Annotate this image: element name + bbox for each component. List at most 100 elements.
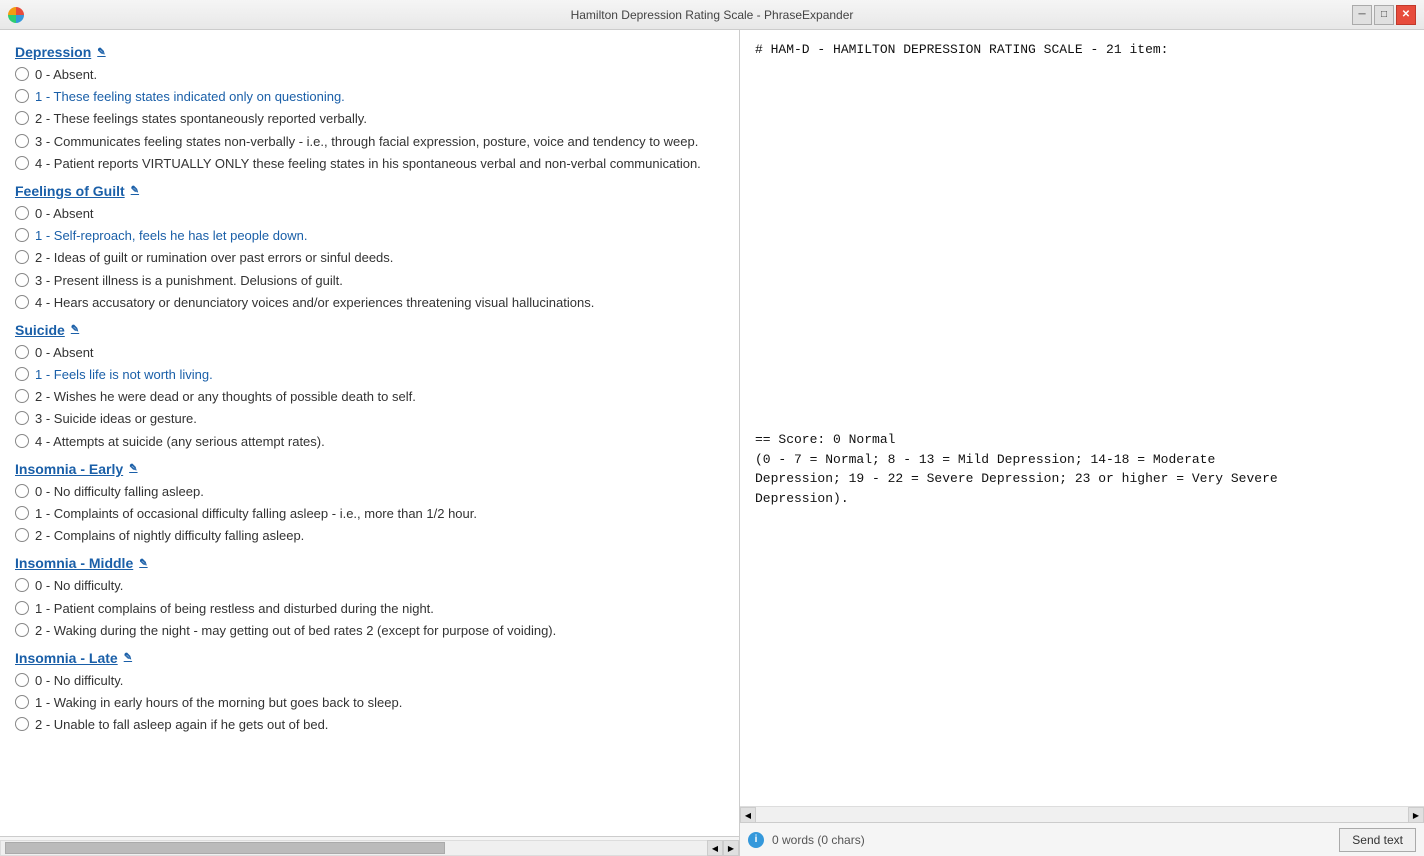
edit-icon-insomnia-late[interactable]: ✎ bbox=[124, 652, 132, 663]
radio-item-insomnia-early-2[interactable]: 2 - Complains of nightly difficulty fall… bbox=[15, 527, 724, 545]
radio-item-depression-0[interactable]: 0 - Absent. bbox=[15, 66, 724, 84]
radio-btn-insomnia-middle-2[interactable] bbox=[15, 623, 29, 637]
radio-label-depression-0: 0 - Absent. bbox=[35, 66, 97, 84]
radio-btn-insomnia-early-0[interactable] bbox=[15, 484, 29, 498]
radio-btn-suicide-1[interactable] bbox=[15, 367, 29, 381]
section-label-insomnia-middle: Insomnia - Middle bbox=[15, 555, 133, 571]
section-header-suicide: Suicide ✎ bbox=[15, 322, 724, 338]
radio-label-depression-2: 2 - These feelings states spontaneously … bbox=[35, 110, 367, 128]
radio-label-insomnia-late-1: 1 - Waking in early hours of the morning… bbox=[35, 694, 402, 712]
h-scroll-left-arrow[interactable]: ◀ bbox=[707, 840, 723, 856]
radio-label-feelings-of-guilt-3: 3 - Present illness is a punishment. Del… bbox=[35, 272, 343, 290]
section-header-insomnia-middle: Insomnia - Middle ✎ bbox=[15, 555, 724, 571]
section-header-depression: Depression✎ bbox=[15, 44, 724, 60]
radio-item-insomnia-middle-2[interactable]: 2 - Waking during the night - may gettin… bbox=[15, 622, 724, 640]
app-icon bbox=[8, 7, 24, 23]
radio-label-insomnia-early-1: 1 - Complaints of occasional difficulty … bbox=[35, 505, 477, 523]
radio-label-insomnia-early-0: 0 - No difficulty falling asleep. bbox=[35, 483, 204, 501]
radio-btn-depression-0[interactable] bbox=[15, 67, 29, 81]
radio-btn-feelings-of-guilt-1[interactable] bbox=[15, 228, 29, 242]
radio-btn-depression-1[interactable] bbox=[15, 89, 29, 103]
radio-item-insomnia-late-2[interactable]: 2 - Unable to fall asleep again if he ge… bbox=[15, 716, 724, 734]
radio-item-suicide-2[interactable]: 2 - Wishes he were dead or any thoughts … bbox=[15, 388, 724, 406]
radio-btn-suicide-4[interactable] bbox=[15, 434, 29, 448]
edit-icon-depression[interactable]: ✎ bbox=[97, 47, 105, 58]
radio-btn-feelings-of-guilt-4[interactable] bbox=[15, 295, 29, 309]
radio-label-insomnia-middle-2: 2 - Waking during the night - may gettin… bbox=[35, 622, 556, 640]
radio-item-feelings-of-guilt-4[interactable]: 4 - Hears accusatory or denunciatory voi… bbox=[15, 294, 724, 312]
radio-item-suicide-0[interactable]: 0 - Absent bbox=[15, 344, 724, 362]
radio-label-depression-1: 1 - These feeling states indicated only … bbox=[35, 88, 345, 106]
radio-btn-insomnia-late-1[interactable] bbox=[15, 695, 29, 709]
left-scroll-area[interactable]: Depression✎ 0 - Absent. 1 - These feeling … bbox=[0, 30, 739, 836]
maximize-button[interactable]: □ bbox=[1374, 5, 1394, 25]
radio-item-suicide-1[interactable]: 1 - Feels life is not worth living. bbox=[15, 366, 724, 384]
radio-item-feelings-of-guilt-1[interactable]: 1 - Self-reproach, feels he has let peop… bbox=[15, 227, 724, 245]
radio-btn-feelings-of-guilt-3[interactable] bbox=[15, 273, 29, 287]
radio-item-suicide-3[interactable]: 3 - Suicide ideas or gesture. bbox=[15, 410, 724, 428]
edit-icon-suicide[interactable]: ✎ bbox=[71, 324, 79, 335]
radio-btn-insomnia-early-1[interactable] bbox=[15, 506, 29, 520]
section-header-insomnia-late: Insomnia - Late ✎ bbox=[15, 650, 724, 666]
edit-icon-insomnia-early[interactable]: ✎ bbox=[129, 463, 137, 474]
section-label-suicide: Suicide bbox=[15, 322, 65, 338]
radio-label-suicide-0: 0 - Absent bbox=[35, 344, 94, 362]
section-header-feelings-of-guilt: Feelings of Guilt ✎ bbox=[15, 183, 724, 199]
edit-icon-insomnia-middle[interactable]: ✎ bbox=[139, 558, 147, 569]
right-h-scroll-track bbox=[756, 807, 1408, 822]
radio-btn-insomnia-early-2[interactable] bbox=[15, 528, 29, 542]
send-text-button[interactable]: Send text bbox=[1339, 828, 1416, 852]
radio-label-feelings-of-guilt-0: 0 - Absent bbox=[35, 205, 94, 223]
radio-btn-feelings-of-guilt-2[interactable] bbox=[15, 250, 29, 264]
radio-item-insomnia-late-1[interactable]: 1 - Waking in early hours of the morning… bbox=[15, 694, 724, 712]
radio-btn-suicide-3[interactable] bbox=[15, 411, 29, 425]
radio-item-depression-4[interactable]: 4 - Patient reports VIRTUALLY ONLY these… bbox=[15, 155, 724, 173]
edit-icon-feelings-of-guilt[interactable]: ✎ bbox=[131, 185, 139, 196]
info-icon: i bbox=[748, 832, 764, 848]
radio-btn-feelings-of-guilt-0[interactable] bbox=[15, 206, 29, 220]
radio-item-insomnia-early-1[interactable]: 1 - Complaints of occasional difficulty … bbox=[15, 505, 724, 523]
h-scroll-right-arrow[interactable]: ▶ bbox=[723, 840, 739, 856]
section-label-feelings-of-guilt: Feelings of Guilt bbox=[15, 183, 125, 199]
radio-label-suicide-4: 4 - Attempts at suicide (any serious att… bbox=[35, 433, 325, 451]
radio-label-depression-3: 3 - Communicates feeling states non-verb… bbox=[35, 133, 698, 151]
radio-item-depression-3[interactable]: 3 - Communicates feeling states non-verb… bbox=[15, 133, 724, 151]
radio-btn-suicide-2[interactable] bbox=[15, 389, 29, 403]
radio-label-suicide-3: 3 - Suicide ideas or gesture. bbox=[35, 410, 197, 428]
title-bar-title: Hamilton Depression Rating Scale - Phras… bbox=[571, 8, 854, 22]
radio-btn-insomnia-middle-1[interactable] bbox=[15, 601, 29, 615]
radio-item-feelings-of-guilt-2[interactable]: 2 - Ideas of guilt or rumination over pa… bbox=[15, 249, 724, 267]
radio-item-depression-1[interactable]: 1 - These feeling states indicated only … bbox=[15, 88, 724, 106]
radio-item-depression-2[interactable]: 2 - These feelings states spontaneously … bbox=[15, 110, 724, 128]
radio-btn-insomnia-late-2[interactable] bbox=[15, 717, 29, 731]
radio-btn-insomnia-middle-0[interactable] bbox=[15, 578, 29, 592]
radio-btn-suicide-0[interactable] bbox=[15, 345, 29, 359]
section-label-insomnia-late: Insomnia - Late bbox=[15, 650, 118, 666]
word-count: 0 words (0 chars) bbox=[772, 833, 865, 847]
radio-item-suicide-4[interactable]: 4 - Attempts at suicide (any serious att… bbox=[15, 433, 724, 451]
radio-item-feelings-of-guilt-3[interactable]: 3 - Present illness is a punishment. Del… bbox=[15, 272, 724, 290]
radio-label-depression-4: 4 - Patient reports VIRTUALLY ONLY these… bbox=[35, 155, 701, 173]
minimize-button[interactable]: ─ bbox=[1352, 5, 1372, 25]
radio-btn-depression-2[interactable] bbox=[15, 111, 29, 125]
radio-btn-insomnia-late-0[interactable] bbox=[15, 673, 29, 687]
radio-label-insomnia-early-2: 2 - Complains of nightly difficulty fall… bbox=[35, 527, 304, 545]
radio-btn-depression-4[interactable] bbox=[15, 156, 29, 170]
radio-label-suicide-1: 1 - Feels life is not worth living. bbox=[35, 366, 213, 384]
radio-item-insomnia-middle-0[interactable]: 0 - No difficulty. bbox=[15, 577, 724, 595]
radio-label-feelings-of-guilt-4: 4 - Hears accusatory or denunciatory voi… bbox=[35, 294, 594, 312]
right-h-scroll-right[interactable]: ▶ bbox=[1408, 807, 1424, 823]
right-panel: # HAM-D - HAMILTON DEPRESSION RATING SCA… bbox=[740, 30, 1424, 856]
radio-label-insomnia-middle-1: 1 - Patient complains of being restless … bbox=[35, 600, 434, 618]
section-header-insomnia-early: Insomnia - Early✎ bbox=[15, 461, 724, 477]
radio-label-insomnia-middle-0: 0 - No difficulty. bbox=[35, 577, 123, 595]
radio-item-insomnia-early-0[interactable]: 0 - No difficulty falling asleep. bbox=[15, 483, 724, 501]
close-button[interactable]: ✕ bbox=[1396, 5, 1416, 25]
radio-item-insomnia-late-0[interactable]: 0 - No difficulty. bbox=[15, 672, 724, 690]
radio-label-feelings-of-guilt-1: 1 - Self-reproach, feels he has let peop… bbox=[35, 227, 307, 245]
radio-label-insomnia-late-0: 0 - No difficulty. bbox=[35, 672, 123, 690]
radio-item-insomnia-middle-1[interactable]: 1 - Patient complains of being restless … bbox=[15, 600, 724, 618]
radio-item-feelings-of-guilt-0[interactable]: 0 - Absent bbox=[15, 205, 724, 223]
right-h-scroll-left[interactable]: ◀ bbox=[740, 807, 756, 823]
radio-btn-depression-3[interactable] bbox=[15, 134, 29, 148]
